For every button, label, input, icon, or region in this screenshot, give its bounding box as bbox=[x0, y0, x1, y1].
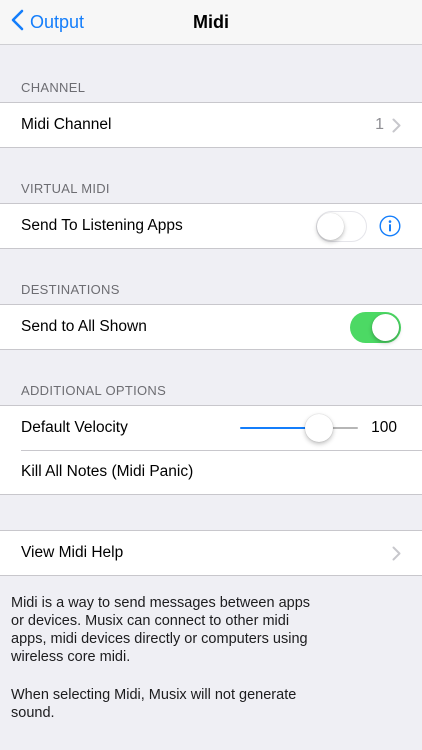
send-to-listening-apps-accessory bbox=[316, 204, 401, 248]
section-header-virtual-midi: VIRTUAL MIDI bbox=[21, 181, 110, 196]
additional-options-group: Default Velocity 100 Kill All Notes (Mid… bbox=[0, 405, 422, 495]
kill-all-notes-cell[interactable]: Kill All Notes (Midi Panic) bbox=[0, 450, 422, 494]
send-to-listening-apps-cell: Send To Listening Apps bbox=[0, 204, 422, 248]
toggle-knob bbox=[317, 212, 344, 240]
toggle-knob bbox=[372, 313, 399, 341]
page-title: Midi bbox=[193, 12, 229, 32]
send-to-listening-apps-toggle[interactable] bbox=[316, 210, 367, 242]
section-header-destinations: DESTINATIONS bbox=[21, 282, 120, 297]
view-midi-help-accessory bbox=[392, 531, 401, 575]
section-header-channel: CHANNEL bbox=[21, 80, 86, 95]
view-midi-help-label: View Midi Help bbox=[21, 544, 124, 561]
midi-channel-cell[interactable]: Midi Channel 1 bbox=[0, 103, 422, 147]
destinations-group: Send to All Shown bbox=[0, 304, 422, 350]
kill-all-notes-label: Kill All Notes (Midi Panic) bbox=[21, 463, 194, 480]
section-header-additional-options: ADDITIONAL OPTIONS bbox=[21, 383, 167, 398]
midi-channel-accessory: 1 bbox=[375, 103, 401, 147]
chevron-right-icon bbox=[392, 546, 401, 561]
view-midi-help-cell[interactable]: View Midi Help bbox=[0, 531, 422, 575]
midi-channel-label: Midi Channel bbox=[21, 116, 112, 133]
virtual-midi-group: Send To Listening Apps bbox=[0, 203, 422, 249]
send-to-all-shown-toggle[interactable] bbox=[350, 311, 401, 343]
footer-note: When selecting Midi, Musix will not gene… bbox=[11, 687, 297, 721]
chevron-right-icon bbox=[392, 118, 401, 133]
send-to-all-shown-label: Send to All Shown bbox=[21, 318, 147, 335]
default-velocity-label: Default Velocity bbox=[21, 419, 128, 436]
send-to-all-shown-accessory bbox=[350, 305, 401, 349]
default-velocity-slider[interactable] bbox=[240, 406, 358, 450]
default-velocity-value: 100 bbox=[371, 419, 397, 436]
help-group: View Midi Help bbox=[0, 530, 422, 576]
slider-thumb[interactable] bbox=[304, 414, 333, 442]
footer-description: Midi is a way to send messages between a… bbox=[11, 595, 311, 665]
navigation-bar: Output Midi bbox=[0, 0, 422, 45]
midi-channel-value: 1 bbox=[375, 116, 384, 133]
send-to-all-shown-cell: Send to All Shown bbox=[0, 305, 422, 349]
info-icon[interactable] bbox=[379, 215, 401, 237]
send-to-listening-apps-label: Send To Listening Apps bbox=[21, 217, 183, 234]
default-velocity-cell: Default Velocity 100 bbox=[0, 406, 422, 450]
channel-group: Midi Channel 1 bbox=[0, 102, 422, 148]
